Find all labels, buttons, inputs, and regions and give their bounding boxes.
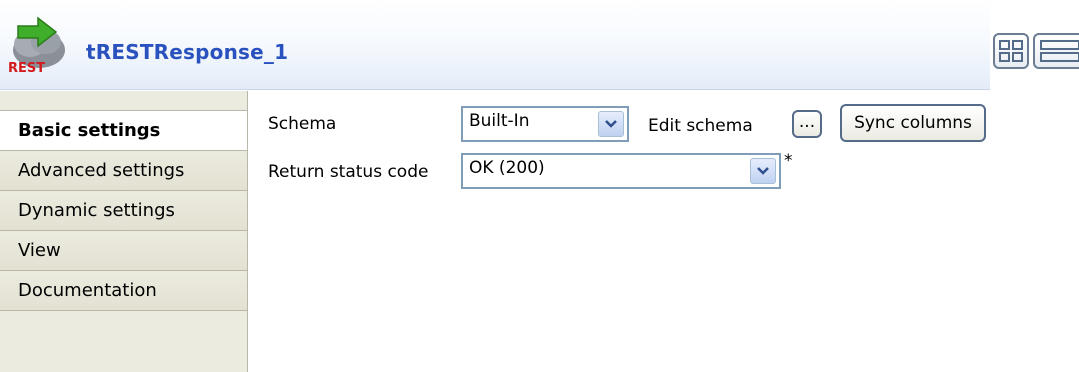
schema-select-value: Built-In — [469, 111, 530, 131]
rest-badge: REST — [8, 61, 45, 76]
return-status-code-label: Return status code — [268, 162, 429, 182]
sync-columns-button[interactable]: Sync columns — [840, 104, 986, 142]
edit-schema-button[interactable]: ... — [792, 110, 822, 138]
schema-label: Schema — [268, 114, 337, 134]
status-code-select[interactable]: OK (200) — [461, 153, 781, 189]
edit-schema-label: Edit schema — [648, 116, 753, 136]
tab-dynamic-settings[interactable]: Dynamic settings — [0, 191, 247, 231]
tab-advanced-settings[interactable]: Advanced settings — [0, 151, 247, 191]
schema-select[interactable]: Built-In — [461, 106, 629, 142]
required-marker: * — [784, 151, 793, 171]
grid-layout-icon — [999, 40, 1023, 62]
tab-documentation[interactable]: Documentation — [0, 271, 247, 311]
rows-layout-icon — [1040, 40, 1079, 62]
component-header: REST tRESTResponse_1 — [0, 0, 990, 90]
chevron-down-icon[interactable] — [598, 111, 624, 137]
settings-sidebar: Basic settings Advanced settings Dynamic… — [0, 91, 248, 372]
grid-view-button[interactable] — [993, 33, 1029, 69]
chevron-down-icon[interactable] — [750, 158, 776, 184]
rest-component-icon: REST — [8, 16, 65, 76]
tab-view[interactable]: View — [0, 231, 247, 271]
status-code-select-value: OK (200) — [469, 158, 545, 178]
sidebar-top-spacer — [0, 91, 247, 111]
row-view-button[interactable] — [1033, 33, 1079, 69]
component-title: tRESTResponse_1 — [86, 40, 289, 64]
tab-basic-settings[interactable]: Basic settings — [0, 111, 247, 151]
